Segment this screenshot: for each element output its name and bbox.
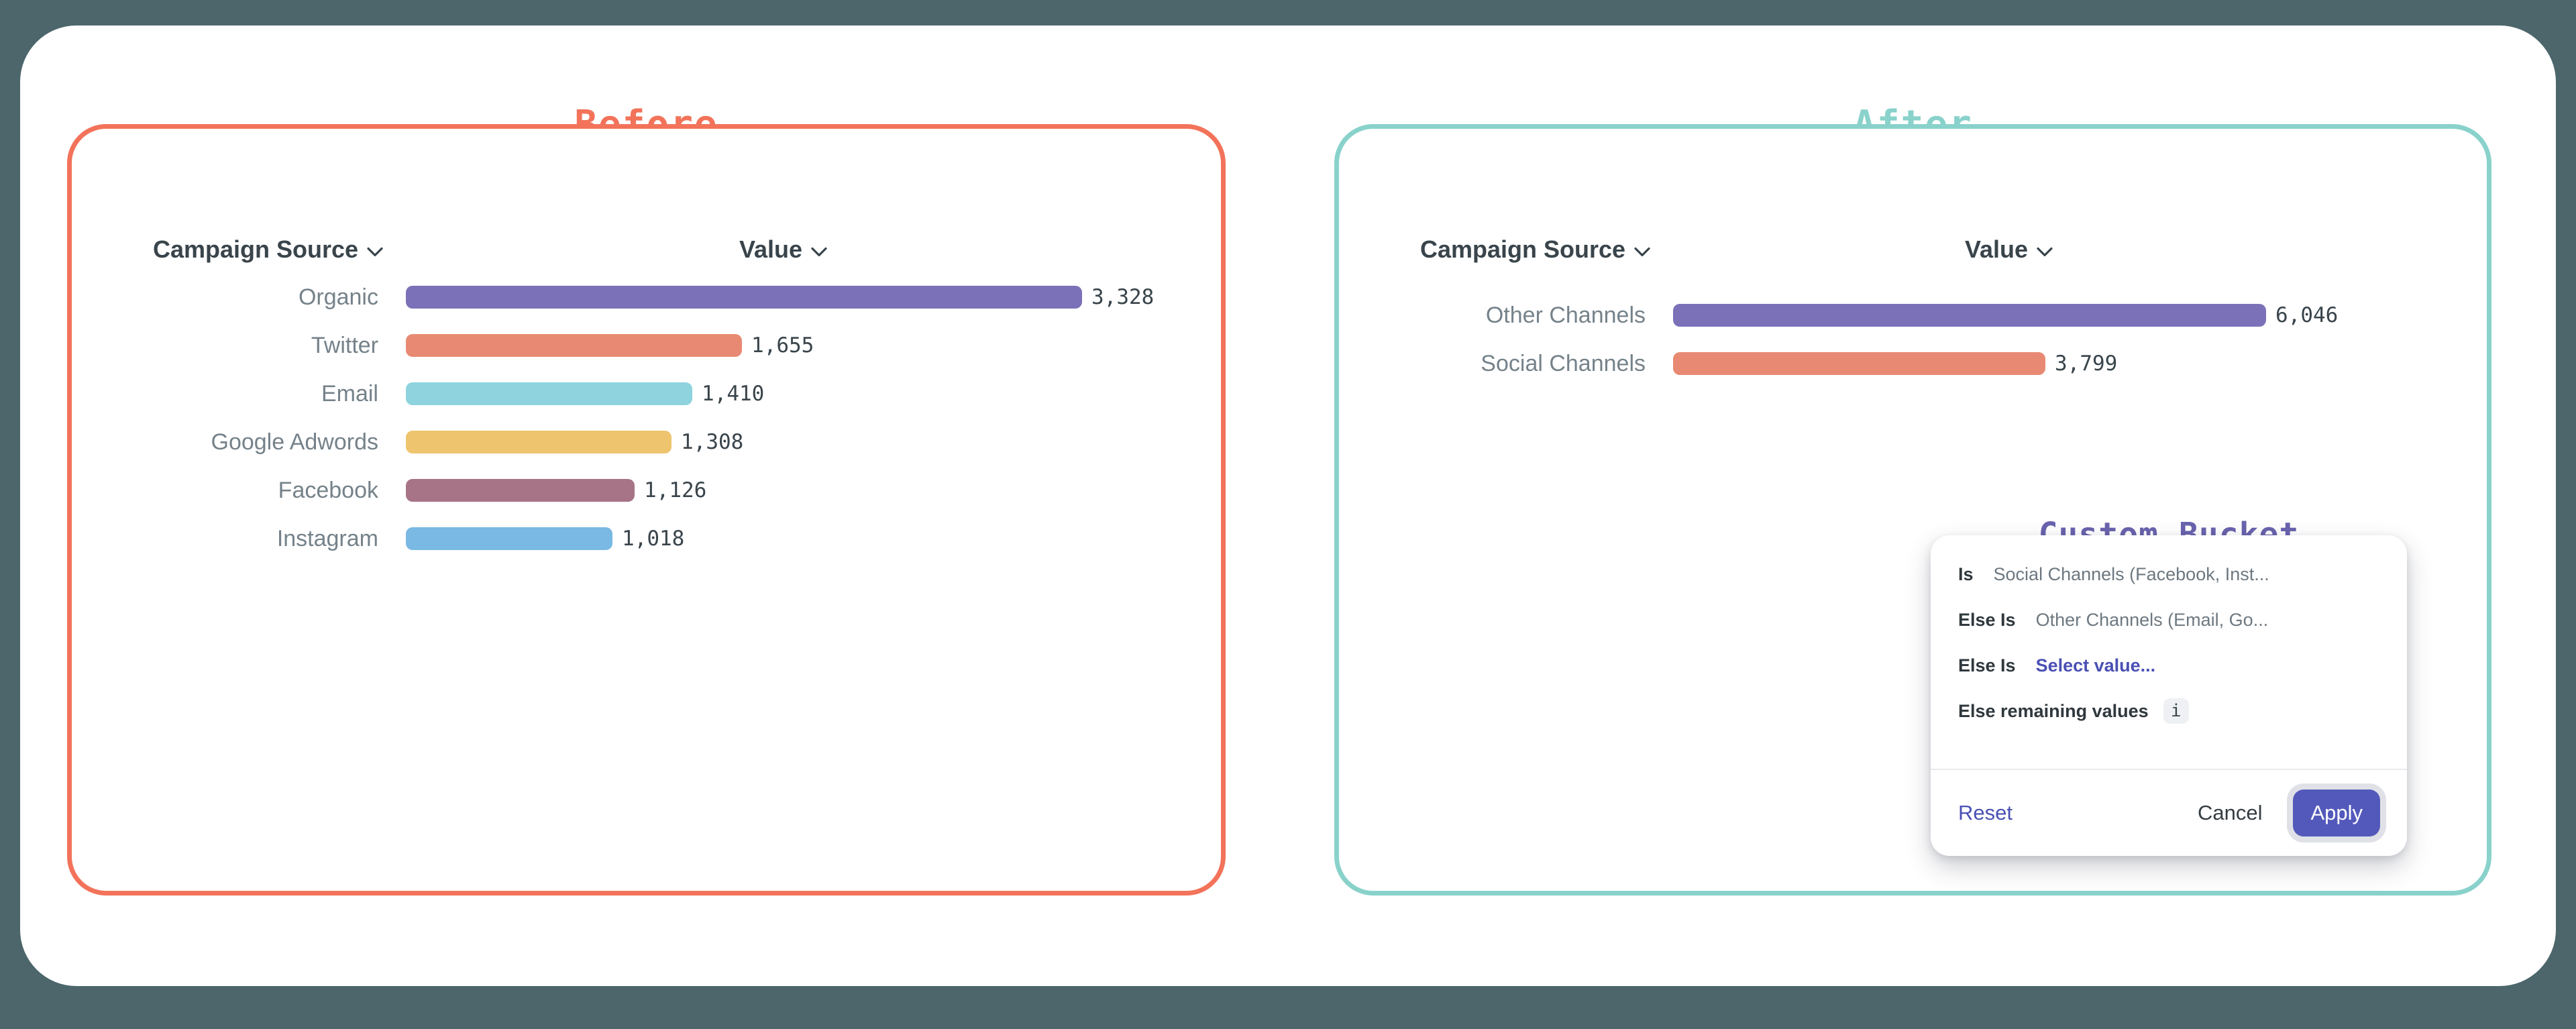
chevron-down-icon (2036, 235, 2053, 264)
value-bar[interactable] (406, 479, 635, 502)
bucket-rule-row: Else Is Select value... (1958, 643, 2383, 688)
rule-keyword: Else remaining values (1958, 701, 2149, 722)
table-row: Facebook 1,126 (72, 466, 1221, 514)
column-header-campaign-source[interactable]: Campaign Source (153, 231, 384, 268)
column-header-label: Value (739, 235, 802, 264)
value-bar[interactable] (406, 286, 1082, 309)
apply-button[interactable]: Apply (2293, 790, 2380, 836)
after-panel: Campaign Source Value Other Channels 6,04… (1334, 124, 2491, 896)
table-row: Organic 3,328 (72, 273, 1221, 321)
bar-value: 1,018 (622, 527, 684, 551)
rule-keyword: Is (1958, 564, 1974, 585)
table-row: Other Channels 6,046 (1339, 291, 2487, 339)
table-row: Google Adwords 1,308 (72, 418, 1221, 466)
value-bar[interactable] (406, 334, 742, 357)
row-label[interactable]: Other Channels (1339, 303, 1646, 329)
column-header-label: Campaign Source (1420, 235, 1625, 264)
row-label[interactable]: Google Adwords (72, 429, 378, 455)
table-row: Email 1,410 (72, 370, 1221, 418)
bucket-rule-row: Is Social Channels (Facebook, Inst... (1958, 551, 2383, 597)
bucket-rule-list: Is Social Channels (Facebook, Inst... Else… (1931, 535, 2407, 734)
value-bar[interactable] (406, 382, 692, 405)
rule-value[interactable]: Other Channels (Email, Go... (2036, 610, 2269, 631)
row-label[interactable]: Organic (72, 284, 378, 311)
main-card: Before Campaign Source Value Organic3,32… (20, 25, 2556, 986)
table-row: Social Channels 3,799 (1339, 339, 2487, 388)
bar-rows: Other Channels 6,046 Social Channels 3,799 (1339, 291, 2487, 388)
column-header-campaign-source[interactable]: Campaign Source (1420, 231, 1651, 268)
page-background: { "colors": { "page_bg": "#4c666b", "car… (0, 0, 2576, 1029)
row-label[interactable]: Facebook (72, 478, 378, 504)
column-header-label: Campaign Source (153, 235, 358, 264)
bar-value: 1,410 (702, 382, 764, 406)
bucket-rule-row: Else remaining values i (1958, 688, 2383, 734)
rule-value[interactable]: Social Channels (Facebook, Inst... (1994, 564, 2269, 585)
chevron-down-icon (366, 235, 384, 264)
column-header-value[interactable]: Value (739, 231, 828, 268)
bucket-rule-row: Else Is Other Channels (Email, Go... (1958, 597, 2383, 643)
row-label[interactable]: Social Channels (1339, 351, 1646, 377)
table-row: Twitter 1,655 (72, 321, 1221, 370)
bar-value: 3,799 (2055, 351, 2117, 376)
before-panel: Campaign Source Value Organic 3,328 Twitte… (67, 124, 1226, 896)
bar-value: 1,655 (751, 333, 814, 358)
cancel-button[interactable]: Cancel (2198, 801, 2263, 825)
rule-keyword: Else Is (1958, 610, 2016, 631)
bar-value: 1,126 (644, 478, 706, 502)
dialog-footer: Reset Cancel Apply (1931, 769, 2407, 856)
row-label[interactable]: Twitter (72, 333, 378, 359)
info-icon[interactable]: i (2163, 698, 2189, 724)
row-label[interactable]: Instagram (72, 526, 378, 552)
value-bar[interactable] (406, 431, 672, 453)
bar-value: 1,308 (681, 430, 743, 454)
column-header-label: Value (1965, 235, 2028, 264)
bar-value: 6,046 (2275, 303, 2338, 327)
chevron-down-icon (1633, 235, 1651, 264)
value-bar[interactable] (406, 527, 612, 550)
chevron-down-icon (810, 235, 828, 264)
select-value-link[interactable]: Select value... (2036, 655, 2156, 676)
table-row: Instagram 1,018 (72, 514, 1221, 563)
row-label[interactable]: Email (72, 381, 378, 407)
reset-button[interactable]: Reset (1958, 801, 2012, 825)
column-header-value[interactable]: Value (1965, 231, 2053, 268)
value-bar[interactable] (1673, 304, 2266, 327)
value-bar[interactable] (1673, 352, 2045, 375)
bar-rows: Organic 3,328 Twitter 1,655 Email 1,410 Google… (72, 273, 1221, 563)
custom-bucket-dialog: Is Social Channels (Facebook, Inst... Else… (1931, 535, 2407, 856)
bar-value: 3,328 (1091, 285, 1154, 309)
rule-keyword: Else Is (1958, 655, 2016, 676)
